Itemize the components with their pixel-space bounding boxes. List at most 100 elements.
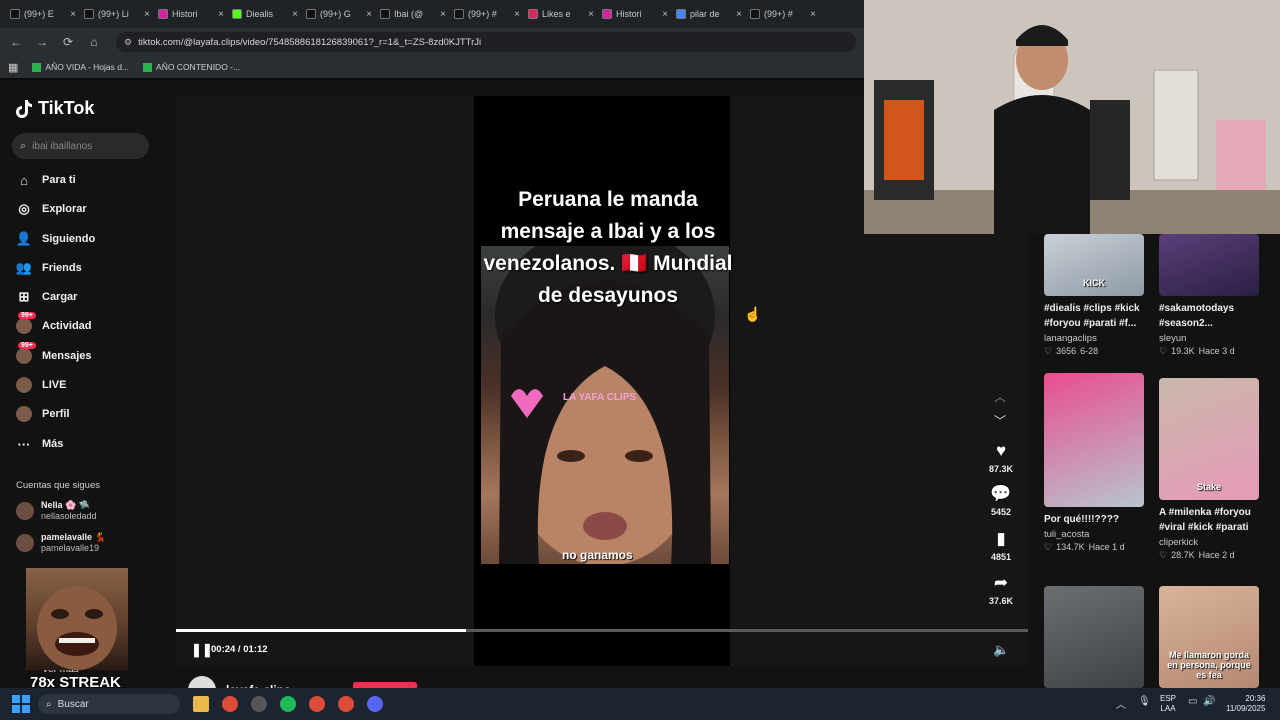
compass-icon: ◎: [18, 201, 30, 216]
share-button[interactable]: ➦ 37.6K: [984, 573, 1018, 606]
sidebar-item-label: Friends: [42, 262, 82, 274]
video-thumbnail[interactable]: KICK: [1044, 234, 1144, 296]
avatar: [16, 534, 34, 552]
speaker-icon[interactable]: 🔊: [1203, 696, 1215, 707]
browser-tab[interactable]: (99+) # ×: [746, 3, 820, 25]
tab-close-icon[interactable]: ×: [810, 9, 816, 20]
video-thumbnail[interactable]: Me llamaron gorda en persona, porque es …: [1159, 586, 1259, 688]
save-button[interactable]: ▮ 4851: [984, 529, 1018, 562]
suggested-video-card[interactable]: Me llamaron gorda en persona, porque es …: [1159, 586, 1259, 688]
tab-close-icon[interactable]: ×: [662, 9, 668, 20]
bookmark-0[interactable]: AÑO VIDA - Hojas d...: [32, 62, 129, 72]
next-video-icon[interactable]: ﹀: [994, 412, 1006, 429]
previous-video-icon[interactable]: ︿: [994, 388, 1006, 405]
browser-tab[interactable]: Diealis ×: [228, 3, 302, 25]
video-thumbnail[interactable]: Stake: [1159, 378, 1259, 500]
browser-tab[interactable]: pilar de ×: [672, 3, 746, 25]
taskbar-search[interactable]: ⌕ Buscar: [38, 694, 180, 714]
video-title[interactable]: A #milenka #foryou #viral #kick #parati: [1159, 505, 1259, 535]
browser-tab[interactable]: Histori ×: [598, 3, 672, 25]
tab-close-icon[interactable]: ×: [514, 9, 520, 20]
clock[interactable]: 20:36 11/09/2025: [1226, 694, 1265, 714]
back-icon[interactable]: ←: [8, 34, 24, 50]
reload-icon[interactable]: ⟳: [60, 34, 76, 50]
video-username[interactable]: tuli_acosta: [1044, 529, 1144, 540]
sidebar-item-perfil[interactable]: Perfil: [16, 406, 70, 422]
video-thumbnail[interactable]: [1159, 234, 1259, 296]
video-title[interactable]: #sakamotodays #season2...: [1159, 301, 1259, 331]
suggested-video-card[interactable]: Por qué!!!!???? tuli_acosta ♡ 134.7K Hace 1 …: [1044, 373, 1144, 553]
like-button[interactable]: ♥ 87.3K: [984, 441, 1018, 474]
sidebar-item-siguiendo[interactable]: 👤 Siguiendo: [16, 231, 95, 247]
bookmark-1[interactable]: AÑO CONTENIDO -...: [143, 62, 240, 72]
sidebar-item-m-s[interactable]: ··· Más: [16, 436, 64, 452]
search-icon: ⌕: [20, 139, 27, 152]
tab-close-icon[interactable]: ×: [588, 9, 594, 20]
language-indicator[interactable]: ESP LAA: [1160, 694, 1176, 714]
file-explorer-icon[interactable]: [193, 696, 209, 712]
sidebar-item-live[interactable]: LIVE: [16, 377, 66, 393]
tab-close-icon[interactable]: ×: [366, 9, 372, 20]
video-progress-fill[interactable]: [176, 629, 466, 632]
share-icon: ➦: [993, 573, 1009, 592]
microphone-icon[interactable]: 🎙: [1138, 696, 1151, 707]
chrome-icon[interactable]: [222, 696, 238, 712]
browser-tab[interactable]: Likes e ×: [524, 3, 598, 25]
sidebar-item-para-ti[interactable]: ⌂ Para ti: [16, 172, 76, 188]
suggested-video-card[interactable]: [1044, 586, 1144, 688]
home-browser-icon[interactable]: ⌂: [86, 34, 102, 50]
video-username[interactable]: cliperkick: [1159, 537, 1259, 548]
apps-grid-icon[interactable]: ▦: [8, 61, 18, 74]
suggested-video-card[interactable]: #sakamotodays #season2... sleyun ♡ 19.3K Hac…: [1159, 234, 1259, 357]
browser-tab[interactable]: (99+) # ×: [450, 3, 524, 25]
url-field[interactable]: ⚙ tiktok.com/@layafa.clips/video/7548588…: [116, 32, 856, 52]
obs-icon[interactable]: [251, 696, 267, 712]
account-name: Nella 🌸 🛸: [41, 500, 90, 510]
browser-tab[interactable]: (99+) G ×: [302, 3, 376, 25]
chrome-profile-2-icon[interactable]: [338, 696, 354, 712]
video-username[interactable]: lanangaclips: [1044, 333, 1144, 344]
browser-tab[interactable]: Ibai (@ ×: [376, 3, 450, 25]
network-icon[interactable]: ▭: [1188, 696, 1197, 707]
following-account[interactable]: pamelavalle 💃 pamelavalle19: [16, 532, 106, 554]
video-thumbnail[interactable]: [1044, 586, 1144, 688]
windows-start-icon[interactable]: [12, 695, 30, 713]
tab-close-icon[interactable]: ×: [70, 9, 76, 20]
sidebar-item-cargar[interactable]: ⊞ Cargar: [16, 289, 78, 305]
suggested-video-card[interactable]: Stake A #milenka #foryou #viral #kick #pa…: [1159, 378, 1259, 561]
tab-close-icon[interactable]: ×: [736, 9, 742, 20]
comment-button[interactable]: 💬 5452: [984, 484, 1018, 517]
video-title[interactable]: #diealis #clips #kick #foryou #parati #f…: [1044, 301, 1144, 331]
discord-icon[interactable]: [367, 696, 383, 712]
suggested-video-card[interactable]: KICK #diealis #clips #kick #foryou #parat…: [1044, 234, 1144, 357]
tiktok-logo[interactable]: TikTok: [16, 98, 94, 119]
post-date: 6-28: [1080, 346, 1099, 356]
tab-close-icon[interactable]: ×: [144, 9, 150, 20]
browser-tab[interactable]: Histori ×: [154, 3, 228, 25]
pause-icon[interactable]: ❚❚: [191, 642, 213, 658]
tab-label: Histori: [172, 9, 198, 19]
search-input[interactable]: ⌕ ibai ibaillanos: [12, 133, 149, 159]
tab-label: (99+) Li: [98, 9, 129, 19]
volume-icon[interactable]: 🔈: [993, 642, 1009, 658]
bookmark-icon: ▮: [996, 529, 1006, 548]
sidebar-item-mensajes[interactable]: 99+ Mensajes: [16, 342, 92, 364]
sidebar-item-friends[interactable]: 👥 Friends: [16, 260, 82, 276]
tab-close-icon[interactable]: ×: [218, 9, 224, 20]
browser-tab[interactable]: (99+) Li ×: [80, 3, 154, 25]
spotify-icon[interactable]: [280, 696, 296, 712]
tab-close-icon[interactable]: ×: [440, 9, 446, 20]
chrome-profile-icon[interactable]: [309, 696, 325, 712]
sidebar-item-explorar[interactable]: ◎ Explorar: [16, 201, 86, 217]
video-thumbnail[interactable]: [1044, 373, 1144, 507]
sidebar-item-actividad[interactable]: 99+ Actividad: [16, 312, 92, 334]
following-account[interactable]: Nella 🌸 🛸 nellasoledadd: [16, 500, 97, 522]
browser-tab[interactable]: (99+) E ×: [6, 3, 80, 25]
video-title[interactable]: Por qué!!!!????: [1044, 512, 1144, 527]
forward-icon[interactable]: →: [34, 34, 50, 50]
tray-chevron-icon[interactable]: ︿: [1116, 696, 1126, 711]
video-username[interactable]: sleyun: [1159, 333, 1259, 344]
tab-close-icon[interactable]: ×: [292, 9, 298, 20]
home-icon: ⌂: [20, 172, 28, 188]
site-info-icon[interactable]: ⚙: [124, 37, 132, 48]
